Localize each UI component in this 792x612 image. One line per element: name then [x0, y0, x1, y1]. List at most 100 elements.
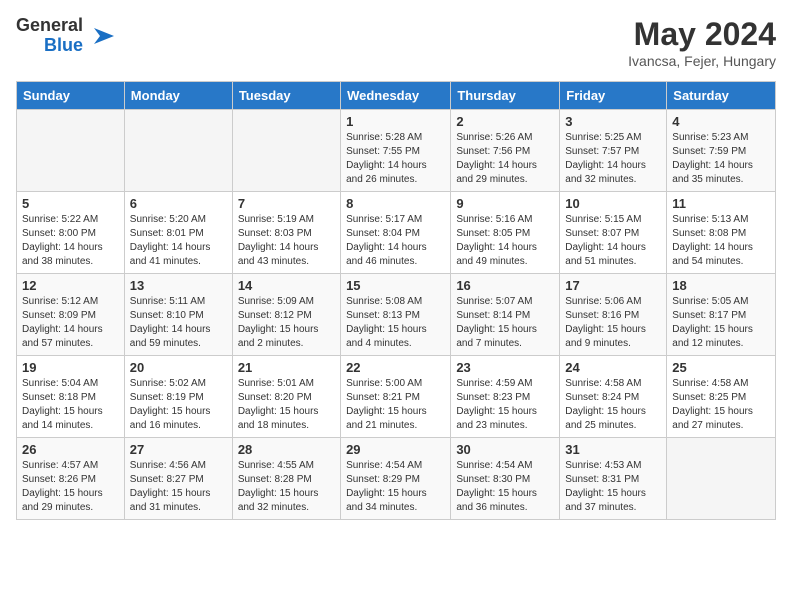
day-info: Sunrise: 5:13 AMSunset: 8:08 PMDaylight:…: [672, 213, 770, 269]
calendar-cell: 7Sunrise: 5:19 AMSunset: 8:03 PMDaylight…: [232, 192, 340, 274]
calendar-header-tuesday: Tuesday: [232, 82, 340, 110]
day-info: Sunrise: 5:12 AMSunset: 8:09 PMDaylight:…: [22, 295, 119, 351]
day-info: Sunrise: 4:58 AMSunset: 8:24 PMDaylight:…: [565, 377, 661, 433]
calendar-header-wednesday: Wednesday: [341, 82, 451, 110]
day-info: Sunrise: 5:00 AMSunset: 8:21 PMDaylight:…: [346, 377, 445, 433]
day-number: 28: [238, 442, 335, 457]
day-number: 22: [346, 360, 445, 375]
calendar-cell: 23 Sunrise: 4:59 AMSunset: 8:23 PMDayligh…: [451, 356, 560, 438]
day-info: Sunrise: 4:55 AMSunset: 8:28 PMDaylight:…: [238, 459, 335, 515]
day-info: Sunrise: 5:20 AMSunset: 8:01 PMDaylight:…: [130, 213, 227, 269]
calendar-cell: 15 Sunrise: 5:08 AMSunset: 8:13 PMDayligh…: [341, 274, 451, 356]
day-info: Sunrise: 4:54 AMSunset: 8:30 PMDaylight:…: [456, 459, 554, 515]
day-number: 8: [346, 196, 445, 211]
logo: General Blue: [16, 16, 118, 56]
day-number: 24: [565, 360, 661, 375]
calendar-cell: 21 Sunrise: 5:01 AMSunset: 8:20 PMDayligh…: [232, 356, 340, 438]
calendar-cell: 10 Sunrise: 5:15 AMSunset: 8:07 PMDayligh…: [560, 192, 667, 274]
calendar-cell: 9Sunrise: 5:16 AMSunset: 8:05 PMDaylight…: [451, 192, 560, 274]
calendar-week-row: 26Sunrise: 4:57 AMSunset: 8:26 PMDayligh…: [17, 438, 776, 520]
day-number: 12: [22, 278, 119, 293]
calendar-week-row: 19 Sunrise: 5:04 AMSunset: 8:18 PMDayligh…: [17, 356, 776, 438]
day-info: Sunrise: 5:05 AMSunset: 8:17 PMDaylight:…: [672, 295, 770, 351]
calendar-cell: 1Sunrise: 5:28 AMSunset: 7:55 PMDaylight…: [341, 110, 451, 192]
day-number: 25: [672, 360, 770, 375]
day-info: Sunrise: 5:02 AMSunset: 8:19 PMDaylight:…: [130, 377, 227, 433]
calendar-cell: 3Sunrise: 5:25 AMSunset: 7:57 PMDaylight…: [560, 110, 667, 192]
header: General Blue May 2024 Ivancsa, Fejer, Hu…: [16, 16, 776, 69]
day-info: Sunrise: 4:57 AMSunset: 8:26 PMDaylight:…: [22, 459, 119, 515]
day-info: Sunrise: 5:06 AMSunset: 8:16 PMDaylight:…: [565, 295, 661, 351]
calendar-cell: [17, 110, 125, 192]
calendar-header-saturday: Saturday: [667, 82, 776, 110]
calendar-cell: [667, 438, 776, 520]
day-number: 5: [22, 196, 119, 211]
calendar-week-row: 12 Sunrise: 5:12 AMSunset: 8:09 PMDayligh…: [17, 274, 776, 356]
logo-general: General: [16, 16, 83, 36]
calendar-cell: 4 Sunrise: 5:23 AMSunset: 7:59 PMDaylight…: [667, 110, 776, 192]
day-number: 9: [456, 196, 554, 211]
day-number: 18: [672, 278, 770, 293]
day-number: 1: [346, 114, 445, 129]
calendar-cell: 8 Sunrise: 5:17 AMSunset: 8:04 PMDaylight…: [341, 192, 451, 274]
calendar-cell: 27Sunrise: 4:56 AMSunset: 8:27 PMDayligh…: [124, 438, 232, 520]
month-title: May 2024: [628, 16, 776, 53]
calendar-cell: 14Sunrise: 5:09 AMSunset: 8:12 PMDayligh…: [232, 274, 340, 356]
calendar-header-sunday: Sunday: [17, 82, 125, 110]
calendar-cell: 30 Sunrise: 4:54 AMSunset: 8:30 PMDayligh…: [451, 438, 560, 520]
day-info: Sunrise: 5:23 AMSunset: 7:59 PMDaylight:…: [672, 131, 770, 187]
title-area: May 2024 Ivancsa, Fejer, Hungary: [628, 16, 776, 69]
day-info: Sunrise: 5:19 AMSunset: 8:03 PMDaylight:…: [238, 213, 335, 269]
calendar-header-thursday: Thursday: [451, 82, 560, 110]
calendar-cell: 13 Sunrise: 5:11 AMSunset: 8:10 PMDayligh…: [124, 274, 232, 356]
calendar-cell: 2 Sunrise: 5:26 AMSunset: 7:56 PMDaylight…: [451, 110, 560, 192]
location: Ivancsa, Fejer, Hungary: [628, 53, 776, 69]
calendar-header-row: SundayMondayTuesdayWednesdayThursdayFrid…: [17, 82, 776, 110]
calendar-header-monday: Monday: [124, 82, 232, 110]
calendar-week-row: 1Sunrise: 5:28 AMSunset: 7:55 PMDaylight…: [17, 110, 776, 192]
day-number: 21: [238, 360, 335, 375]
day-info: Sunrise: 5:08 AMSunset: 8:13 PMDaylight:…: [346, 295, 445, 351]
calendar-cell: 20 Sunrise: 5:02 AMSunset: 8:19 PMDayligh…: [124, 356, 232, 438]
day-number: 30: [456, 442, 554, 457]
logo-blue: Blue: [44, 36, 83, 56]
calendar-cell: 6 Sunrise: 5:20 AMSunset: 8:01 PMDaylight…: [124, 192, 232, 274]
day-number: 20: [130, 360, 227, 375]
day-number: 14: [238, 278, 335, 293]
day-number: 16: [456, 278, 554, 293]
calendar-week-row: 5 Sunrise: 5:22 AMSunset: 8:00 PMDaylight…: [17, 192, 776, 274]
calendar-cell: 19 Sunrise: 5:04 AMSunset: 8:18 PMDayligh…: [17, 356, 125, 438]
calendar-cell: [124, 110, 232, 192]
day-info: Sunrise: 5:01 AMSunset: 8:20 PMDaylight:…: [238, 377, 335, 433]
calendar-table: SundayMondayTuesdayWednesdayThursdayFrid…: [16, 81, 776, 520]
calendar-cell: 12 Sunrise: 5:12 AMSunset: 8:09 PMDayligh…: [17, 274, 125, 356]
calendar-cell: 22 Sunrise: 5:00 AMSunset: 8:21 PMDayligh…: [341, 356, 451, 438]
day-number: 23: [456, 360, 554, 375]
day-number: 15: [346, 278, 445, 293]
day-info: Sunrise: 4:53 AMSunset: 8:31 PMDaylight:…: [565, 459, 661, 515]
day-info: Sunrise: 5:15 AMSunset: 8:07 PMDaylight:…: [565, 213, 661, 269]
calendar-cell: 29Sunrise: 4:54 AMSunset: 8:29 PMDayligh…: [341, 438, 451, 520]
day-number: 4: [672, 114, 770, 129]
calendar-cell: 25Sunrise: 4:58 AMSunset: 8:25 PMDayligh…: [667, 356, 776, 438]
day-info: Sunrise: 4:56 AMSunset: 8:27 PMDaylight:…: [130, 459, 227, 515]
day-number: 3: [565, 114, 661, 129]
day-number: 2: [456, 114, 554, 129]
day-info: Sunrise: 4:59 AMSunset: 8:23 PMDaylight:…: [456, 377, 554, 433]
calendar-cell: 17Sunrise: 5:06 AMSunset: 8:16 PMDayligh…: [560, 274, 667, 356]
day-info: Sunrise: 5:17 AMSunset: 8:04 PMDaylight:…: [346, 213, 445, 269]
day-info: Sunrise: 5:22 AMSunset: 8:00 PMDaylight:…: [22, 213, 119, 269]
day-info: Sunrise: 5:04 AMSunset: 8:18 PMDaylight:…: [22, 377, 119, 433]
day-number: 13: [130, 278, 227, 293]
day-number: 10: [565, 196, 661, 211]
calendar-cell: 11 Sunrise: 5:13 AMSunset: 8:08 PMDayligh…: [667, 192, 776, 274]
day-number: 11: [672, 196, 770, 211]
calendar-cell: 24 Sunrise: 4:58 AMSunset: 8:24 PMDayligh…: [560, 356, 667, 438]
calendar-cell: 18 Sunrise: 5:05 AMSunset: 8:17 PMDayligh…: [667, 274, 776, 356]
day-number: 19: [22, 360, 119, 375]
day-info: Sunrise: 5:11 AMSunset: 8:10 PMDaylight:…: [130, 295, 227, 351]
logo-icon: [86, 20, 118, 52]
calendar-cell: 16Sunrise: 5:07 AMSunset: 8:14 PMDayligh…: [451, 274, 560, 356]
day-info: Sunrise: 5:26 AMSunset: 7:56 PMDaylight:…: [456, 131, 554, 187]
day-number: 6: [130, 196, 227, 211]
